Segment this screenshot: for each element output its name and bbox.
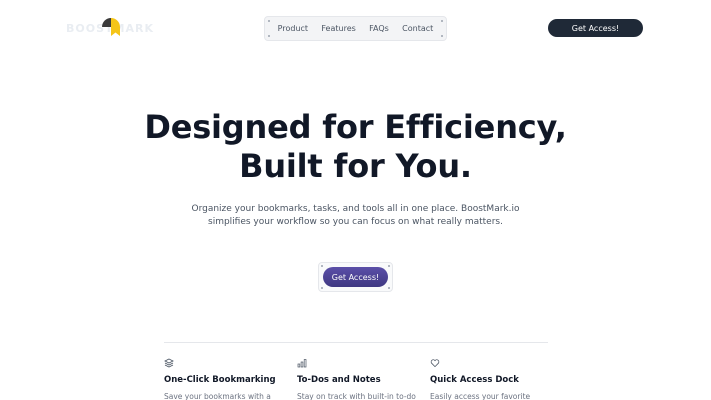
- hero-title: Designed for Efficiency, Built for You.: [0, 108, 711, 186]
- logo[interactable]: BOOSTMARK: [66, 16, 166, 40]
- layers-icon: [164, 358, 174, 368]
- heart-icon: [430, 359, 440, 368]
- feature-title: One-Click Bookmarking: [164, 375, 276, 385]
- nav-faqs[interactable]: FAQs: [369, 24, 389, 33]
- header-get-access-button[interactable]: Get Access!: [548, 19, 643, 37]
- hero-subtitle-line1: Organize your bookmarks, tasks, and tool…: [191, 204, 520, 214]
- hero-get-access-button[interactable]: Get Access!: [323, 267, 388, 287]
- hero-subtitle-line2: simplifies your workflow so you can focu…: [208, 217, 503, 227]
- nav-contact[interactable]: Contact: [402, 24, 433, 33]
- section-divider: [164, 342, 548, 343]
- main-nav: Product Features FAQs Contact: [264, 16, 447, 41]
- feature-one-click-bookmarking: One-Click Bookmarking Save your bookmark…: [164, 358, 284, 400]
- feature-quick-access-dock: Quick Access Dock Easily access your fav…: [430, 358, 550, 400]
- feature-title: To-Dos and Notes: [297, 375, 381, 385]
- feature-desc: Stay on track with built-in to-do: [297, 392, 416, 400]
- hero-subtitle: Organize your bookmarks, tasks, and tool…: [0, 203, 711, 229]
- hero-title-line2: Built for You.: [239, 147, 472, 185]
- feature-title: Quick Access Dock: [430, 375, 519, 385]
- hero-title-line1: Designed for Efficiency,: [144, 108, 567, 146]
- feature-desc: Easily access your favorite: [430, 392, 531, 400]
- nav-product[interactable]: Product: [278, 24, 308, 33]
- feature-todos-notes: To-Dos and Notes Stay on track with buil…: [297, 358, 417, 400]
- logo-mark-icon: [102, 18, 120, 36]
- nav-features[interactable]: Features: [321, 24, 355, 33]
- feature-desc: Save your bookmarks with a: [164, 392, 271, 400]
- bar-chart-icon: [297, 359, 307, 368]
- hero-cta-frame: Get Access!: [318, 262, 393, 292]
